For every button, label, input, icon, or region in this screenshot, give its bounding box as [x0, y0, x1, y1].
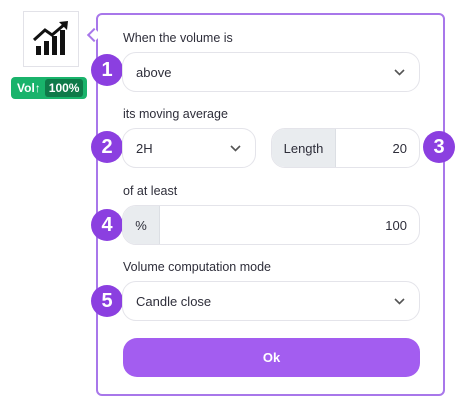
ok-button[interactable]: Ok [123, 338, 420, 377]
step-badge-1: 1 [91, 54, 123, 86]
step-badge-4: 4 [91, 209, 123, 241]
timeframe-select[interactable]: 2H [122, 128, 256, 168]
minimum-percent-label: of at least [123, 184, 178, 198]
chevron-down-icon [393, 66, 405, 78]
length-input[interactable]: 20 [336, 129, 419, 167]
volume-condition-select[interactable]: above [122, 52, 420, 92]
timeframe-value: 2H [136, 140, 153, 156]
moving-average-label: its moving average [123, 107, 228, 121]
length-addon: Length [272, 129, 336, 167]
volume-condition-label: When the volume is [123, 31, 233, 45]
percent-addon: % [123, 206, 160, 244]
percent-field: % 100 [122, 205, 420, 245]
volume-badge-label: Vol↑ [17, 81, 41, 95]
chevron-down-icon [229, 142, 241, 154]
percent-input[interactable]: 100 [160, 206, 419, 244]
length-field: Length 20 [271, 128, 420, 168]
volume-badge: Vol↑ 100% [11, 77, 87, 99]
computation-mode-value: Candle close [136, 293, 212, 309]
computation-mode-label: Volume computation mode [123, 260, 272, 274]
step-badge-3: 3 [423, 131, 455, 163]
chevron-down-icon [393, 295, 405, 307]
computation-mode-select[interactable]: Candle close [122, 281, 420, 321]
chart-trend-icon [32, 21, 68, 55]
volume-badge-value: 100% [44, 79, 84, 97]
step-badge-5: 5 [91, 285, 123, 317]
volume-condition-value: above [136, 64, 172, 80]
indicator-icon-box[interactable] [23, 11, 79, 67]
step-badge-2: 2 [91, 131, 123, 163]
